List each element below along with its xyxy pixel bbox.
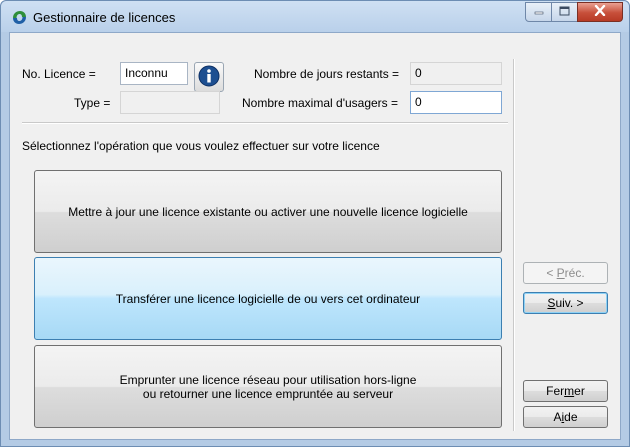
license-manager-app-icon xyxy=(11,9,28,26)
previous-button[interactable]: < Préc. xyxy=(523,262,608,284)
close-icon xyxy=(594,4,606,19)
license-type-label: Type = xyxy=(74,96,111,110)
option-label-line: Transférer une licence logicielle de ou … xyxy=(115,291,421,306)
previous-prefix: < xyxy=(546,266,557,280)
close-rest: er xyxy=(574,384,585,398)
window-title: Gestionnaire de licences xyxy=(33,10,176,25)
license-manager-window: Gestionnaire de licences No. Licence = I… xyxy=(0,0,630,447)
update-activate-license-button[interactable]: Mettre à jour une licence existante ou a… xyxy=(34,170,502,253)
previous-mnemonic: P xyxy=(556,266,565,280)
minimize-icon xyxy=(534,5,544,19)
max-users-label: Nombre maximal d'usagers = xyxy=(242,96,399,110)
dialog-client-area: No. Licence = Inconnu Type = Nombre de j… xyxy=(9,32,621,440)
previous-label: < Préc. xyxy=(546,266,584,280)
days-remaining-label: Nombre de jours restants = xyxy=(254,67,400,81)
license-number-field[interactable]: Inconnu xyxy=(120,62,188,85)
license-number-label: No. Licence = xyxy=(22,67,96,81)
title-bar[interactable]: Gestionnaire de licences xyxy=(1,1,629,32)
next-label: Suiv. > xyxy=(547,296,583,310)
license-type-field[interactable] xyxy=(120,91,220,114)
days-remaining-field[interactable]: 0 xyxy=(410,62,502,85)
max-users-field[interactable]: 0 xyxy=(410,91,502,114)
minimize-button[interactable] xyxy=(525,2,552,22)
close-dialog-label: Fermer xyxy=(546,384,585,398)
close-pre: Fer xyxy=(546,384,565,398)
instruction-text: Sélectionnez l'opération que vous voulez… xyxy=(22,139,380,153)
previous-rest: réc. xyxy=(564,266,585,280)
next-button[interactable]: Suiv. > xyxy=(523,292,608,314)
caption-buttons xyxy=(525,2,623,22)
help-label: Aide xyxy=(553,410,577,424)
info-icon xyxy=(198,65,220,90)
header-separator xyxy=(22,122,508,124)
close-button[interactable] xyxy=(577,2,623,22)
next-rest: uiv. > xyxy=(555,296,584,310)
option-label-line: ou retourner une licence empruntée au se… xyxy=(142,386,394,401)
nav-separator xyxy=(513,59,515,431)
option-label-line: Mettre à jour une licence existante ou a… xyxy=(68,204,468,219)
close-mnemonic: m xyxy=(564,384,575,398)
option-label: Emprunter une licence réseau pour utilis… xyxy=(120,373,417,401)
option-label: Transférer une licence logicielle de ou … xyxy=(116,292,420,306)
option-label-line: Emprunter une licence réseau pour utilis… xyxy=(119,372,417,387)
borrow-return-license-button[interactable]: Emprunter une licence réseau pour utilis… xyxy=(34,345,502,428)
option-label: Mettre à jour une licence existante ou a… xyxy=(68,205,468,219)
help-button[interactable]: Aide xyxy=(523,406,608,428)
close-dialog-button[interactable]: Fermer xyxy=(523,380,608,402)
maximize-button[interactable] xyxy=(551,2,578,22)
help-rest: de xyxy=(564,410,578,424)
info-button[interactable] xyxy=(194,62,224,92)
transfer-license-button[interactable]: Transférer une licence logicielle de ou … xyxy=(34,257,502,340)
maximize-icon xyxy=(559,5,570,19)
